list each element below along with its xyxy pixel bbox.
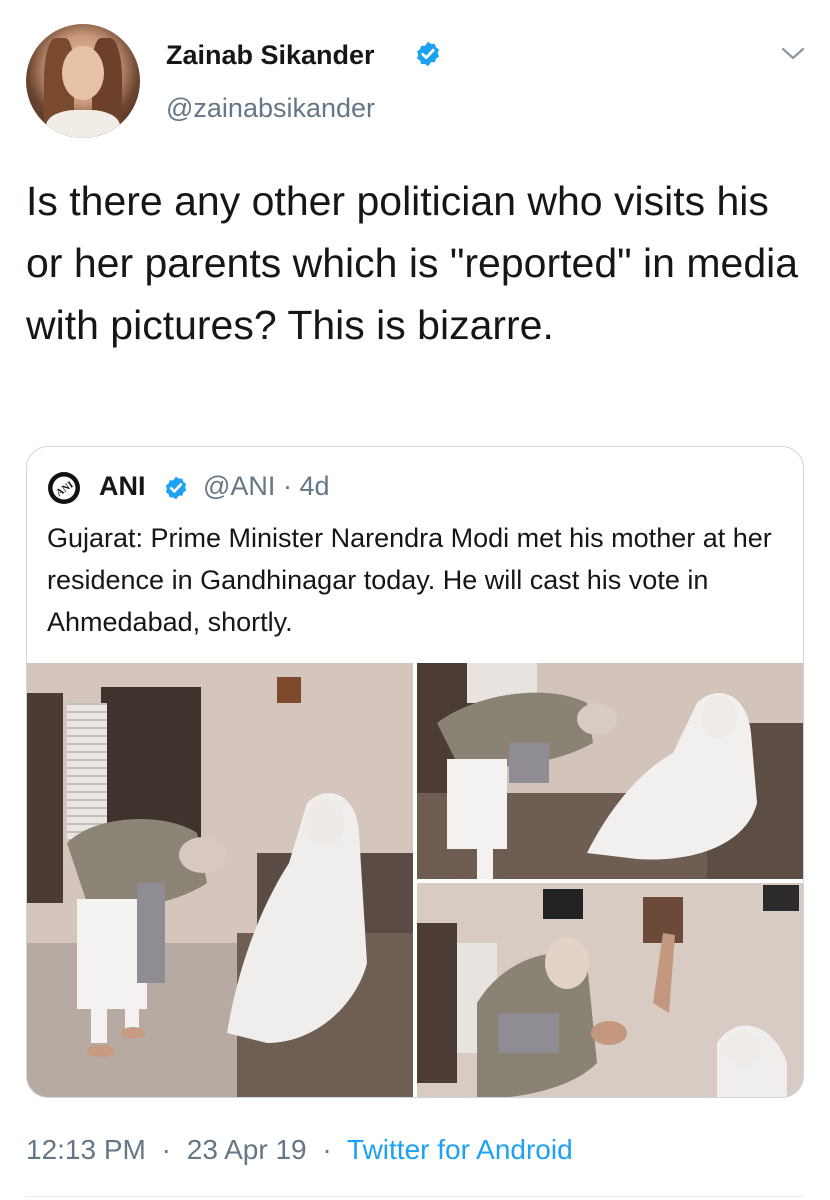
quoted-tweet-age: 4d xyxy=(299,471,330,501)
divider xyxy=(26,1196,804,1197)
quoted-tweet-text: Gujarat: Prime Minister Narendra Modi me… xyxy=(47,523,772,637)
photo-1[interactable] xyxy=(27,663,413,1097)
photo-3[interactable] xyxy=(417,883,803,1097)
photo-2[interactable] xyxy=(417,663,803,879)
tweet-text: Is there any other politician who visits… xyxy=(26,178,799,348)
quoted-author-handle[interactable]: @ANI xyxy=(203,471,275,501)
verified-badge-icon xyxy=(165,476,187,500)
separator: · xyxy=(282,471,292,501)
verified-badge-icon xyxy=(417,41,439,67)
quoted-tweet[interactable]: ANI ANI @ANI · 4d Gujarat: Prime Ministe… xyxy=(26,446,804,1098)
tweet-date[interactable]: 23 Apr 19 xyxy=(187,1134,307,1165)
ani-logo: ANI xyxy=(48,472,80,504)
tweet-meta: 12:13 PM · 23 Apr 19 · Twitter for Andro… xyxy=(26,1134,573,1166)
quoted-handle-line: @ANI · 4d xyxy=(203,471,330,502)
avatar[interactable] xyxy=(26,24,140,138)
quoted-author-name[interactable]: ANI xyxy=(99,471,146,502)
separator: · xyxy=(161,1134,171,1165)
tweet-time[interactable]: 12:13 PM xyxy=(26,1134,146,1165)
tweet-source-link[interactable]: Twitter for Android xyxy=(347,1134,573,1165)
author-handle[interactable]: @zainabsikander xyxy=(166,93,375,124)
chevron-down-icon[interactable] xyxy=(780,44,806,64)
separator: · xyxy=(322,1134,332,1165)
author-name[interactable]: Zainab Sikander xyxy=(166,40,375,71)
